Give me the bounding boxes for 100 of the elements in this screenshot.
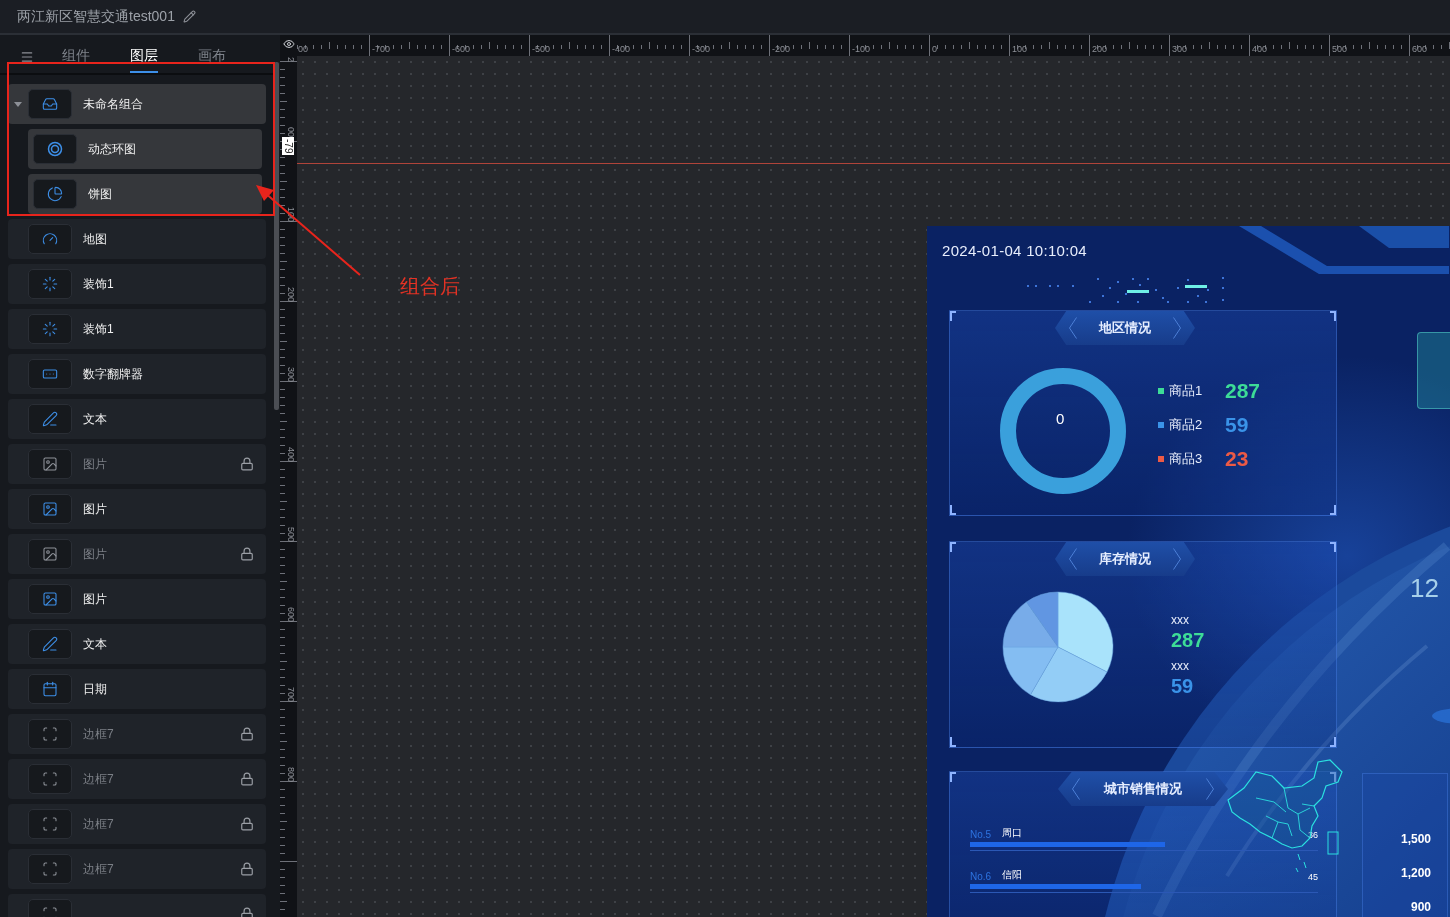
chevron-right-icon (1173, 317, 1181, 339)
chevron-right-icon (1206, 778, 1214, 800)
layer-item[interactable]: 边框7 (8, 714, 266, 754)
guide-position-label: -79 (282, 137, 294, 156)
ruler-label: 600 (1412, 44, 1428, 54)
sparkle-icon (42, 321, 58, 337)
ruler-label: 700 (286, 687, 296, 703)
legend-value: 23 (1225, 447, 1249, 471)
layer-item[interactable]: 数字翻牌器 (8, 354, 266, 394)
chevron-left-icon (1069, 317, 1077, 339)
layer-item[interactable]: 动态环图 (28, 129, 262, 169)
lock-icon[interactable] (240, 817, 254, 831)
layer-item[interactable]: 文本 (8, 624, 266, 664)
ruler-label: -700 (372, 44, 390, 54)
ruler-label: -300 (692, 44, 710, 54)
pie-chart-icon (47, 186, 63, 202)
caret-icon[interactable] (14, 100, 22, 108)
layer-label: 装饰1 (83, 320, 115, 338)
ruler-label: 0 (932, 44, 937, 54)
layer-label: 边框7 (83, 860, 115, 878)
ruler-label: 400 (286, 447, 296, 463)
panel-tab[interactable]: 图层 (130, 40, 158, 73)
layer-label: 文本 (83, 410, 108, 428)
ruler-label: 600 (286, 607, 296, 623)
layer-label: 文本 (83, 635, 108, 653)
stock-label: xxx (1171, 659, 1190, 673)
chevron-left-icon (1069, 548, 1077, 570)
rank-label: No.5 (970, 829, 993, 840)
tray-icon (42, 96, 58, 112)
ruler-label: 300 (1172, 44, 1188, 54)
ruler-label: 00 (298, 44, 308, 54)
frame-icon (42, 771, 58, 787)
layer-label: 饼图 (88, 185, 113, 203)
ruler-label: 2 (286, 57, 296, 62)
image-icon (42, 591, 58, 607)
ruler-label: 100 (1012, 44, 1028, 54)
eye-icon[interactable] (282, 38, 295, 50)
sales-value: 45 (1308, 872, 1318, 882)
chevron-right-icon (1173, 548, 1181, 570)
ruler-label: -500 (532, 44, 550, 54)
menu-icon[interactable] (20, 49, 34, 64)
layer-item[interactable]: 图片 (8, 534, 266, 574)
layer-item[interactable]: 饼图 (28, 174, 262, 214)
lock-icon[interactable] (240, 547, 254, 561)
sparkle-icon (42, 276, 58, 292)
ring-icon (47, 141, 63, 157)
stock-label: xxx (1171, 613, 1190, 627)
layer-item[interactable]: 装饰1 (8, 309, 266, 349)
lock-icon[interactable] (240, 727, 254, 741)
ruler-label: -200 (772, 44, 790, 54)
layer-item[interactable]: 边框7 (8, 804, 266, 844)
layer-label: 装饰1 (83, 275, 115, 293)
layer-item[interactable]: 地图 (8, 219, 266, 259)
lock-icon[interactable] (240, 772, 254, 786)
gauge-icon (42, 231, 58, 247)
big-number: 12 (1410, 573, 1440, 603)
layer-label: 地图 (83, 230, 108, 248)
city-name: 信阳 (1002, 868, 1023, 882)
layer-label: 边框7 (83, 725, 115, 743)
lock-icon[interactable] (240, 457, 254, 471)
legend-label: 商品2 (1169, 416, 1204, 434)
ruler-label: -100 (852, 44, 870, 54)
scrollbar-thumb[interactable] (274, 62, 279, 410)
layer-item[interactable]: 边框7 (8, 759, 266, 799)
panel-title: 城市销售情况 (1104, 780, 1182, 798)
layer-item[interactable]: 图片 (8, 579, 266, 619)
frame-icon (42, 816, 58, 832)
city-name: 周口 (1002, 826, 1023, 840)
stock-value: 287 (1171, 628, 1205, 653)
stock-value: 59 (1171, 674, 1195, 699)
layer-label: 未命名组合 (83, 95, 144, 113)
pen-icon (42, 411, 58, 427)
layer-label: 日期 (83, 680, 108, 698)
project-title: 两江新区智慧交通test001 (17, 7, 175, 26)
image-icon (42, 546, 58, 562)
panel-tab[interactable]: 组件 (62, 40, 90, 73)
panel-tab[interactable]: 画布 (198, 40, 226, 73)
annotation-text: 组合后 (400, 274, 460, 299)
legend-label: 商品3 (1169, 450, 1204, 468)
frame-icon (42, 726, 58, 742)
ruler-label: 500 (1332, 44, 1348, 54)
layer-label: 边框7 (83, 815, 115, 833)
layer-label: 图片 (83, 455, 108, 473)
layer-item[interactable]: 图片 (8, 444, 266, 484)
legend-value: 287 (1225, 379, 1261, 403)
lock-icon[interactable] (240, 862, 254, 876)
layer-item[interactable]: 边框7 (8, 849, 266, 889)
layer-item[interactable]: 文本 (8, 399, 266, 439)
axis-value: 1,200 (1400, 866, 1431, 880)
layer-item[interactable]: 未命名组合 (8, 84, 266, 124)
panel-title: 库存情况 (1099, 550, 1151, 568)
axis-value: 900 (1410, 900, 1431, 914)
layer-item[interactable]: 图片 (8, 489, 266, 529)
lock-icon[interactable] (240, 907, 254, 917)
ruler-label: 200 (286, 287, 296, 303)
layer-item[interactable]: 装饰1 (8, 264, 266, 304)
ruler-label: 200 (1092, 44, 1108, 54)
layer-item[interactable]: 日期 (8, 669, 266, 709)
edit-icon[interactable] (182, 10, 196, 23)
ruler-label: -400 (612, 44, 630, 54)
